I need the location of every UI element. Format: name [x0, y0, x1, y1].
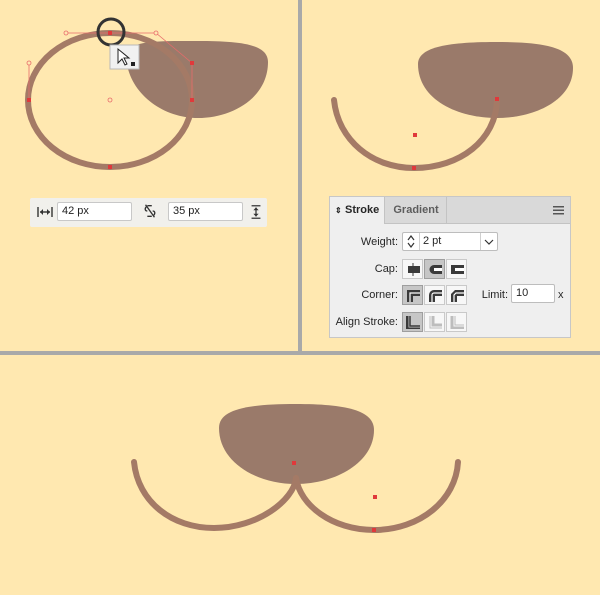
align-center-button[interactable]	[402, 312, 423, 332]
tab-stroke-label: Stroke	[345, 204, 380, 216]
round-cap-icon	[429, 265, 442, 274]
align-center-icon	[406, 316, 420, 329]
round-join-icon	[429, 290, 442, 302]
align-inside-icon	[429, 316, 442, 329]
weight-stepper[interactable]: 2 pt	[402, 232, 498, 251]
anchor-point	[495, 97, 499, 101]
unlink-icon[interactable]	[141, 203, 159, 219]
height-arrows-icon	[251, 205, 261, 219]
weight-stepper-arrows-icon[interactable]	[403, 233, 420, 250]
expand-toggle-icon[interactable]: ⇕	[335, 197, 342, 224]
round-join-button[interactable]	[424, 285, 445, 305]
tab-stroke[interactable]: ⇕ Stroke	[330, 197, 385, 224]
step3-illustration	[131, 404, 461, 534]
panel-menu-icon[interactable]	[553, 206, 564, 215]
projecting-cap-button[interactable]	[446, 259, 467, 279]
miter-join-button[interactable]	[402, 285, 423, 305]
round-cap-button[interactable]	[424, 259, 445, 279]
transform-size-bar: 42 px 35 px	[30, 198, 267, 227]
align-outside-icon	[450, 316, 464, 329]
limit-unit: x	[558, 289, 564, 301]
nose-shape[interactable]	[126, 40, 268, 118]
corner-label: Corner:	[361, 289, 398, 301]
chevron-down-icon[interactable]	[480, 233, 497, 250]
align-inside-button[interactable]	[424, 312, 445, 332]
tab-gradient[interactable]: Gradient	[386, 197, 447, 224]
anchor-point-top	[292, 461, 296, 465]
anchor-point-bottom	[412, 166, 416, 170]
butt-cap-icon	[408, 263, 420, 276]
cap-label: Cap:	[374, 263, 398, 275]
panel-tab-bar: ⇕ Stroke Gradient	[330, 197, 570, 224]
limit-label: Limit:	[481, 289, 508, 301]
nose-shape-3	[219, 404, 374, 484]
butt-cap-button[interactable]	[402, 259, 423, 279]
weight-label: Weight:	[360, 236, 398, 248]
vertical-divider	[298, 0, 302, 351]
stroke-panel: ⇕ Stroke Gradient Weight: 2 pt Cap: Corn…	[329, 196, 571, 338]
tab-gradient-label: Gradient	[393, 204, 439, 216]
miter-limit-field[interactable]: 10	[511, 284, 555, 303]
bevel-join-button[interactable]	[446, 285, 467, 305]
width-field[interactable]: 42 px	[57, 202, 132, 221]
bevel-join-icon	[451, 290, 464, 302]
weight-value[interactable]: 2 pt	[423, 233, 441, 250]
projecting-cap-icon	[451, 265, 464, 274]
width-arrows-icon	[37, 207, 53, 217]
align-outside-button[interactable]	[446, 312, 467, 332]
direct-selection-cursor-icon	[109, 44, 140, 70]
step1-illustration	[25, 17, 268, 170]
horizontal-divider	[0, 351, 600, 355]
step2-illustration	[331, 42, 573, 172]
center-point	[413, 133, 417, 137]
anchor-point-bottom-3	[372, 528, 376, 532]
align-stroke-label: Align Stroke:	[335, 316, 398, 328]
height-field[interactable]: 35 px	[168, 202, 243, 221]
center-point-3	[373, 495, 377, 499]
miter-join-icon	[407, 290, 420, 302]
